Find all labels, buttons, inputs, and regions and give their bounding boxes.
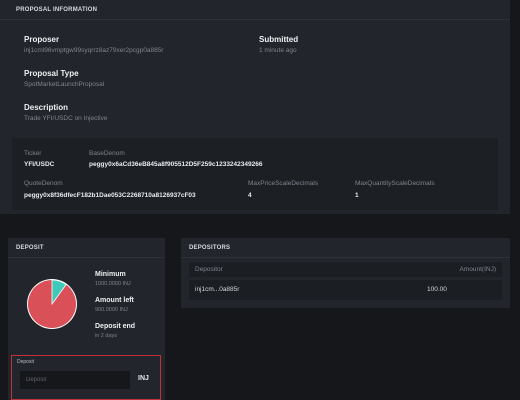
table-row[interactable]: inj1cm...0a885r 100.00 [189,280,502,300]
base-denom-value: peggy0x6aCd36eB845a8f905512D5F259c123324… [89,161,263,168]
depositors-card: DEPOSITORS Depositor Amount(INJ) inj1cm.… [181,238,510,308]
column-header-amount: Amount(INJ) [459,266,496,273]
deposit-form-label: Deposit [17,359,34,365]
amount-left-label: Amount left [95,297,134,304]
max-price-scale-value: 4 [248,192,252,199]
base-denom-label: BaseDenom [89,150,125,157]
proposal-type-value: SpotMarketLaunchProposal [24,81,105,88]
deposit-header-bar: DEPOSIT [8,238,165,258]
max-quantity-scale-value: 1 [355,192,359,199]
description-label: Description [24,103,69,112]
proposer-label: Proposer [24,35,60,44]
deposit-end-value: in 2 days [95,333,118,339]
amount-left-value: 900.0000 INJ [95,307,128,313]
max-price-scale-label: MaxPriceScaleDecimals [248,180,319,187]
proposal-type-label: Proposal Type [24,69,79,78]
minimum-value: 1000.0000 INJ [95,281,131,287]
deposit-pie-chart [27,279,77,329]
proposal-header-bar: PROPOSAL INFORMATION [0,0,510,20]
deposit-card: DEPOSIT Minimum 1000.0000 INJ Amount lef… [8,238,165,400]
deposit-unit-label: INJ [138,375,149,382]
proposal-header-title: PROPOSAL INFORMATION [16,7,98,13]
depositors-header-title: DEPOSITORS [189,245,231,251]
proposer-value: inj1cml96vmptgw99syqrrz8az79xer2pcgp0a88… [24,47,164,54]
market-details-panel: Ticker YFI/USDC BaseDenom peggy0x6aCd36e… [12,138,498,210]
deposit-amount-input[interactable] [20,371,130,389]
deposit-end-label: Deposit end [95,323,136,330]
quote-denom-value: peggy0x8f36dfecF182b1Dae053C2268710a8126… [24,192,196,199]
depositor-amount: 100.00 [427,286,447,293]
depositors-header-bar: DEPOSITORS [181,238,510,258]
description-value: Trade YFI/USDC on Injective [24,115,108,122]
deposit-header-title: DEPOSIT [16,245,44,251]
quote-denom-label: QuoteDenom [24,180,63,187]
depositor-address: inj1cm...0a885r [195,286,240,293]
max-quantity-scale-label: MaxQuantityScaleDecimals [355,180,435,187]
submitted-value: 1 minute ago [259,47,297,54]
ticker-value: YFI/USDC [24,161,55,168]
minimum-label: Minimum [95,271,126,278]
deposit-form: Deposit INJ [11,355,161,400]
submitted-label: Submitted [259,35,299,44]
column-header-depositor: Depositor [195,266,223,273]
ticker-label: Ticker [24,150,42,157]
proposal-information-card: PROPOSAL INFORMATION Proposer inj1cml96v… [0,0,510,214]
depositors-table-header: Depositor Amount(INJ) [189,262,502,277]
